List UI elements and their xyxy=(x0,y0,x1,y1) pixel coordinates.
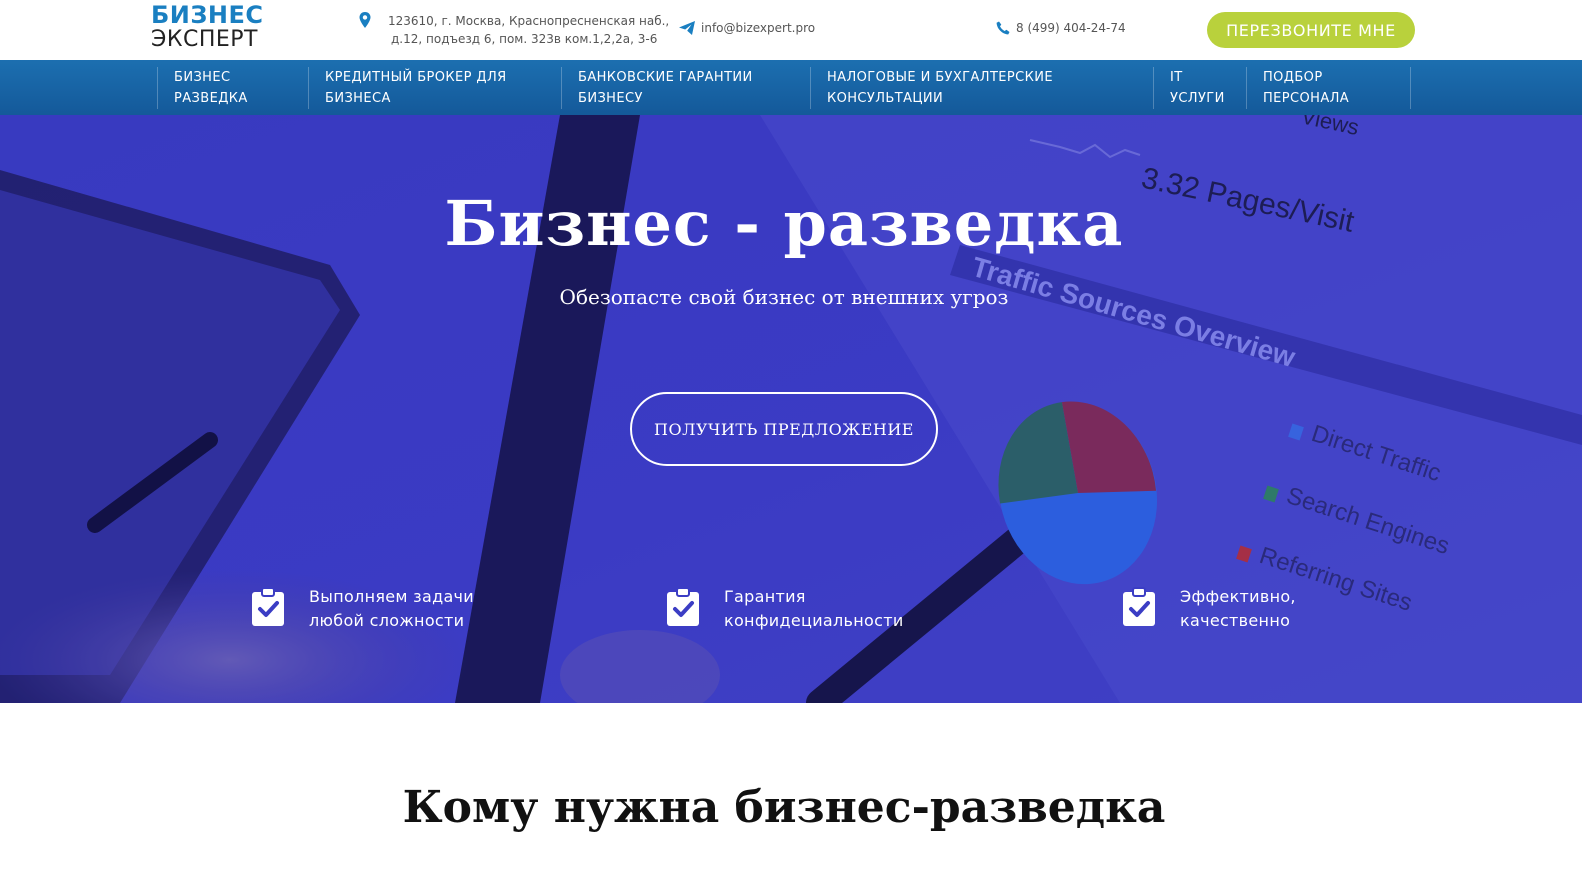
hero-title: Бизнес - разведка xyxy=(444,187,1124,260)
logo[interactable]: БИЗНЕС ЭКСПЕРТ xyxy=(151,3,264,51)
hero-section: 3.32 Pages/Visit Views Traffic Sources O… xyxy=(0,115,1582,703)
get-offer-button[interactable]: ПОЛУЧИТЬ ПРЕДЛОЖЕНИЕ xyxy=(630,392,938,466)
phone-text: 8 (499) 404-24-74 xyxy=(1016,21,1126,35)
logo-top-text: БИЗНЕС xyxy=(151,1,264,29)
feature-text: Выполняем задачи любой сложности xyxy=(309,587,475,630)
site-header: БИЗНЕС ЭКСПЕРТ 123610, г. Москва, Красно… xyxy=(0,0,1582,60)
send-icon xyxy=(679,21,695,35)
hero-subtitle: Обезопасте свой бизнес от внешних угроз xyxy=(559,285,1009,309)
nav-item-line1: БИЗНЕС xyxy=(174,70,231,85)
address-line-2: д.12, подъезд 6, пом. 323в ком.1,2,2а, 3… xyxy=(391,32,658,46)
callback-button[interactable]: ПЕРЕЗВОНИТЕ МНЕ xyxy=(1207,12,1415,48)
nav-item-it-services[interactable]: IT УСЛУГИ xyxy=(1153,67,1225,109)
email-link[interactable]: info@bizexpert.pro xyxy=(679,21,815,35)
nav-item-tax-consulting[interactable]: НАЛОГОВЫЕ И БУХГАЛТЕРСКИЕ КОНСУЛЬТАЦИИ xyxy=(810,67,1053,109)
nav-item-line1: БАНКОВСКИЕ ГАРАНТИИ xyxy=(578,70,753,85)
address-block: 123610, г. Москва, Краснопресненская наб… xyxy=(358,12,669,48)
email-text: info@bizexpert.pro xyxy=(701,21,816,35)
feature-text: Гарантия конфидециальности xyxy=(724,587,904,630)
nav-item-line2: УСЛУГИ xyxy=(1170,91,1225,106)
feature-item: Эффективно, качественно xyxy=(1122,585,1296,633)
clipboard-check-icon xyxy=(667,587,699,626)
clipboard-check-icon xyxy=(1123,587,1155,626)
nav-item-line1: НАЛОГОВЫЕ И БУХГАЛТЕРСКИЕ xyxy=(827,70,1054,85)
location-pin-icon xyxy=(359,12,371,28)
nav-item-line2: РАЗВЕДКА xyxy=(174,91,248,106)
nav-item-line2: КОНСУЛЬТАЦИИ xyxy=(827,91,944,106)
nav-item-line2: БИЗНЕСА xyxy=(325,91,391,106)
nav-item-bank-guarantees[interactable]: БАНКОВСКИЕ ГАРАНТИИ БИЗНЕСУ xyxy=(561,67,753,109)
phone-link[interactable]: 8 (499) 404-24-74 xyxy=(996,21,1126,35)
feature-item: Выполняем задачи любой сложности xyxy=(251,585,474,633)
nav-item-business-intelligence[interactable]: БИЗНЕС РАЗВЕДКА xyxy=(157,67,248,109)
phone-icon xyxy=(996,21,1010,35)
nav-item-recruitment[interactable]: ПОДБОР ПЕРСОНАЛА xyxy=(1246,67,1349,109)
section-title: Кому нужна бизнес-разведка xyxy=(402,782,1166,833)
clipboard-check-icon xyxy=(252,587,284,626)
address-line-1: 123610, г. Москва, Краснопресненская наб… xyxy=(388,14,670,28)
nav-item-credit-broker[interactable]: КРЕДИТНЫЙ БРОКЕР ДЛЯ БИЗНЕСА xyxy=(308,67,507,109)
nav-item-line1: ПОДБОР xyxy=(1263,70,1323,85)
nav-item-line1: IT xyxy=(1170,70,1183,85)
nav-item-line2: ПЕРСОНАЛА xyxy=(1263,91,1350,106)
nav-item-line1: КРЕДИТНЫЙ БРОКЕР ДЛЯ xyxy=(325,70,507,85)
nav-item-line2: БИЗНЕСУ xyxy=(578,91,643,106)
nav-divider xyxy=(1410,67,1411,109)
feature-text: Эффективно, качественно xyxy=(1180,587,1296,630)
main-nav: БИЗНЕС РАЗВЕДКА КРЕДИТНЫЙ БРОКЕР ДЛЯ БИЗ… xyxy=(0,60,1582,115)
logo-bottom-text: ЭКСПЕРТ xyxy=(151,27,258,52)
feature-item: Гарантия конфидециальности xyxy=(666,585,904,633)
